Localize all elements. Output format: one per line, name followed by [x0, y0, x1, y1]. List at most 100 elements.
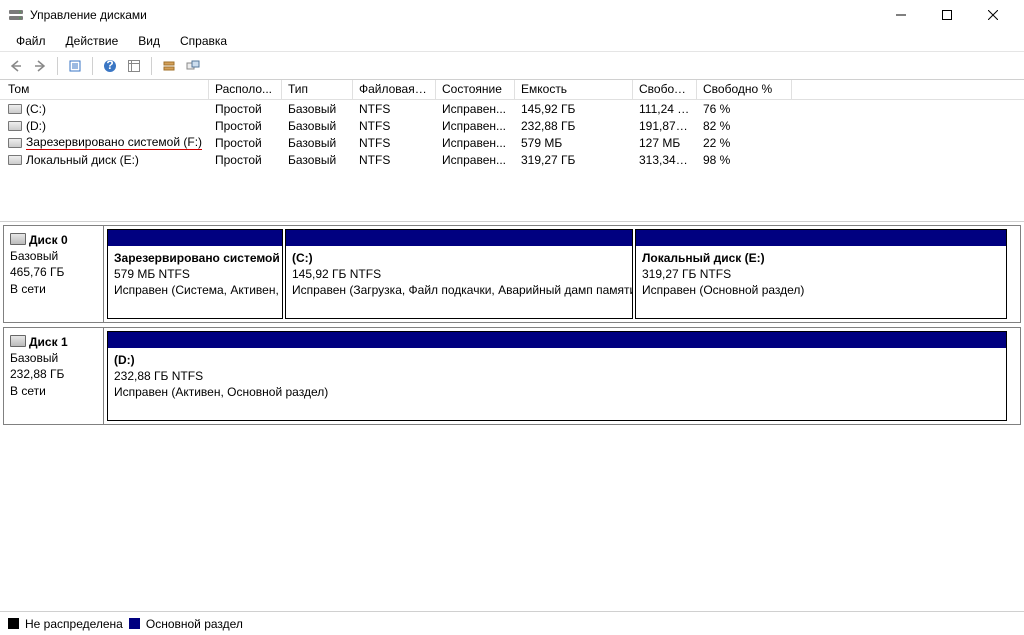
partition-title: Зарезервировано системой (F [114, 250, 276, 266]
col-status[interactable]: Состояние [436, 80, 515, 99]
volume-type: Базовый [282, 102, 353, 116]
volume-status: Исправен... [436, 119, 515, 133]
volume-capacity: 145,92 ГБ [515, 102, 633, 116]
drive-icon [8, 104, 22, 114]
volume-layout: Простой [209, 136, 282, 150]
menu-action[interactable]: Действие [56, 31, 129, 51]
volume-free: 313,34 ГБ [633, 153, 697, 167]
partition-size: 145,92 ГБ NTFS [292, 266, 626, 282]
refresh-icon[interactable] [159, 56, 179, 76]
col-capacity[interactable]: Емкость [515, 80, 633, 99]
partition[interactable]: (C:)145,92 ГБ NTFSИсправен (Загрузка, Фа… [285, 229, 633, 319]
volume-row[interactable]: (C:)ПростойБазовыйNTFSИсправен...145,92 … [0, 100, 1024, 117]
partition-size: 232,88 ГБ NTFS [114, 368, 1000, 384]
volume-row[interactable]: Локальный диск (E:)ПростойБазовыйNTFSИсп… [0, 151, 1024, 168]
col-layout[interactable]: Располо... [209, 80, 282, 99]
volume-status: Исправен... [436, 153, 515, 167]
col-volume[interactable]: Том [0, 80, 209, 99]
legend-swatch-unallocated [8, 618, 19, 629]
disk-icon [10, 233, 26, 245]
volume-fs: NTFS [353, 102, 436, 116]
partition-title: (C:) [292, 250, 626, 266]
volume-name: (C:) [0, 102, 209, 116]
menu-file[interactable]: Файл [6, 31, 56, 51]
volume-row[interactable]: (D:)ПростойБазовыйNTFSИсправен...232,88 … [0, 117, 1024, 134]
forward-button[interactable] [30, 56, 50, 76]
disk-info[interactable]: Диск 0Базовый465,76 ГБВ сети [4, 226, 104, 322]
volume-type: Базовый [282, 136, 353, 150]
disk-info[interactable]: Диск 1Базовый232,88 ГБВ сети [4, 328, 104, 424]
toolbar-separator [92, 57, 93, 75]
disk-partitions: Зарезервировано системой (F579 МБ NTFSИс… [104, 226, 1020, 322]
volume-free: 111,24 ГБ [633, 102, 697, 116]
toolbar-separator [151, 57, 152, 75]
toolbar-separator [57, 57, 58, 75]
volume-free: 127 МБ [633, 136, 697, 150]
volume-layout: Простой [209, 119, 282, 133]
settings-icon[interactable] [183, 56, 203, 76]
properties-icon[interactable] [65, 56, 85, 76]
volume-status: Исправен... [436, 102, 515, 116]
volume-capacity: 579 МБ [515, 136, 633, 150]
volume-fs: NTFS [353, 153, 436, 167]
minimize-button[interactable] [878, 0, 924, 30]
col-filesystem[interactable]: Файловая с... [353, 80, 436, 99]
window-title: Управление дисками [30, 8, 878, 22]
partition-bar [108, 230, 282, 246]
col-free[interactable]: Свобод... [633, 80, 697, 99]
volume-free-percent: 76 % [697, 102, 792, 116]
volume-free: 191,87 ГБ [633, 119, 697, 133]
partition-title: Локальный диск (E:) [642, 250, 1000, 266]
legend-bar: Не распределена Основной раздел [0, 611, 1024, 635]
titlebar: Управление дисками [0, 0, 1024, 30]
partition-bar [286, 230, 632, 246]
disk-block: Диск 0Базовый465,76 ГБВ сетиЗарезервиров… [3, 225, 1021, 323]
app-icon [8, 7, 24, 23]
drive-icon [8, 155, 22, 165]
toolbar: ? [0, 52, 1024, 80]
volume-list-pane: Том Располо... Тип Файловая с... Состоян… [0, 80, 1024, 222]
maximize-button[interactable] [924, 0, 970, 30]
disk-graphical-pane: Диск 0Базовый465,76 ГБВ сетиЗарезервиров… [0, 222, 1024, 611]
partition[interactable]: Зарезервировано системой (F579 МБ NTFSИс… [107, 229, 283, 319]
volume-status: Исправен... [436, 136, 515, 150]
partition-status: Исправен (Система, Активен, Ос [114, 282, 276, 298]
partition-bar [636, 230, 1006, 246]
partition-status: Исправен (Основной раздел) [642, 282, 1000, 298]
help-icon[interactable]: ? [100, 56, 120, 76]
volume-name: Локальный диск (E:) [0, 153, 209, 167]
volume-fs: NTFS [353, 136, 436, 150]
volume-capacity: 319,27 ГБ [515, 153, 633, 167]
volume-name: (D:) [0, 119, 209, 133]
volume-type: Базовый [282, 153, 353, 167]
col-free-percent[interactable]: Свободно % [697, 80, 792, 99]
drive-icon [8, 121, 22, 131]
menubar: Файл Действие Вид Справка [0, 30, 1024, 52]
volume-type: Базовый [282, 119, 353, 133]
volume-capacity: 232,88 ГБ [515, 119, 633, 133]
close-button[interactable] [970, 0, 1016, 30]
drive-icon [8, 138, 22, 148]
back-button[interactable] [6, 56, 26, 76]
volume-list-header: Том Располо... Тип Файловая с... Состоян… [0, 80, 1024, 100]
partition[interactable]: (D:)232,88 ГБ NTFSИсправен (Активен, Осн… [107, 331, 1007, 421]
partition-title: (D:) [114, 352, 1000, 368]
menu-help[interactable]: Справка [170, 31, 237, 51]
col-spacer [792, 80, 1024, 99]
partition[interactable]: Локальный диск (E:)319,27 ГБ NTFSИсправе… [635, 229, 1007, 319]
disk-partitions: (D:)232,88 ГБ NTFSИсправен (Активен, Осн… [104, 328, 1020, 424]
disk-icon [10, 335, 26, 347]
col-type[interactable]: Тип [282, 80, 353, 99]
volume-free-percent: 22 % [697, 136, 792, 150]
list-view-icon[interactable] [124, 56, 144, 76]
legend-swatch-primary [129, 618, 140, 629]
legend-unallocated: Не распределена [25, 617, 123, 631]
volume-layout: Простой [209, 153, 282, 167]
partition-size: 579 МБ NTFS [114, 266, 276, 282]
volume-fs: NTFS [353, 119, 436, 133]
partition-status: Исправен (Загрузка, Файл подкачки, Авари… [292, 282, 626, 298]
svg-text:?: ? [106, 59, 113, 72]
menu-view[interactable]: Вид [128, 31, 170, 51]
disk-block: Диск 1Базовый232,88 ГБВ сети(D:)232,88 Г… [3, 327, 1021, 425]
volume-row[interactable]: Зарезервировано системой (F:)ПростойБазо… [0, 134, 1024, 151]
